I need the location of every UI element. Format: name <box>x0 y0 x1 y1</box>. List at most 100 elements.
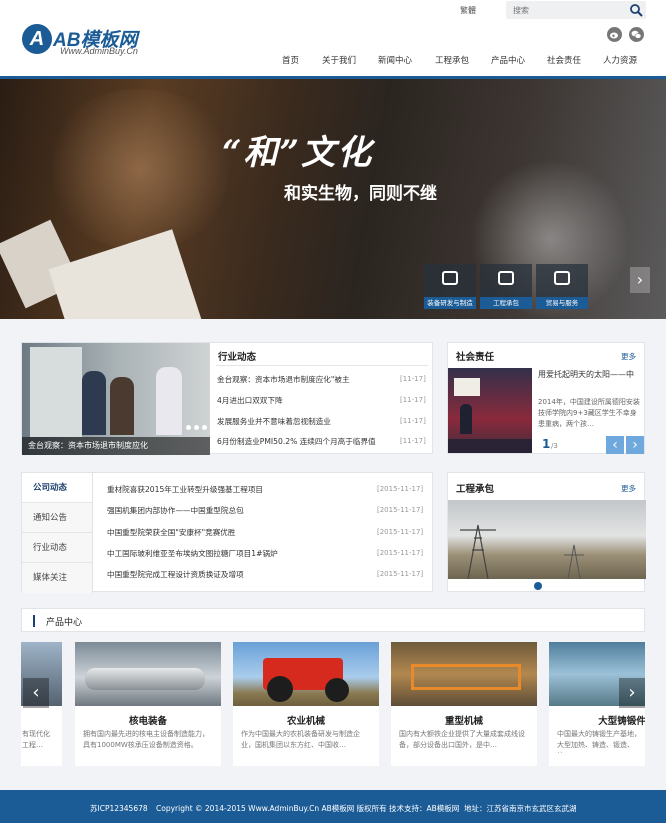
news-date: [2015-11-17] <box>377 528 424 536</box>
product-card[interactable]: 核电装备 拥有国内最先进的核电主设备制造能力，具有1000MW核承压设备制造资格… <box>75 642 221 766</box>
banner-next-arrow[interactable]: › <box>630 267 650 293</box>
image-person <box>156 367 182 435</box>
banner-button-label: 贸易与服务 <box>536 297 588 309</box>
product-desc: 国内有大额铁企业提供了大量成套成线设备，部分设备出口国外，是中… <box>399 730 525 749</box>
image-person <box>110 377 134 435</box>
site-logo[interactable]: A AB模板网 Www.AdminBuy.Cn <box>22 22 157 62</box>
product-name: 农业机械 <box>286 716 325 727</box>
page-total: /3 <box>551 442 558 450</box>
news-item[interactable]: 强国机集团内部协作——中国重型院总包 <box>107 505 367 517</box>
product-name: 大型铸锻件 <box>598 716 645 727</box>
social-headline[interactable]: 用爱托起明天的太阳——中 <box>538 369 642 393</box>
image-wheel <box>267 676 293 702</box>
image-wheel <box>325 678 349 702</box>
hero-banner: “和”文化 和实生物，同则不继 装备研发与制造 工程承包 贸易与服务 › <box>0 79 666 319</box>
image-person <box>82 371 106 435</box>
image-audience <box>448 439 532 453</box>
nav-engineering[interactable]: 工程承包 <box>435 54 469 68</box>
industry-news-image[interactable]: 金台观察：资本市场退市制度应化 <box>22 343 210 455</box>
news-item[interactable]: 发展服务业并不意味着忽视制造业 <box>217 416 392 428</box>
news-date: [2015-11-17] <box>377 570 424 578</box>
engineering-image[interactable] <box>448 500 646 579</box>
divider <box>216 365 428 366</box>
logo-mark: A <box>22 24 52 54</box>
weibo-icon[interactable] <box>607 27 622 42</box>
industry-news-title: 行业动态 <box>218 352 257 363</box>
banner-button-label: 装备研发与制造 <box>424 297 476 309</box>
social-summary: 2014年，中国建设所属德阳安装技师学院内9+3藏区学生不幸身患重病，两个孩… <box>538 398 640 428</box>
news-item[interactable]: 中工国际玻利维亚圣布埃纳文图拉糖厂项目1#锅炉 <box>107 548 367 560</box>
social-title: 社会责任 <box>456 352 495 363</box>
footer-icp: 苏ICP12345678 <box>90 804 148 813</box>
banner-light <box>40 89 240 249</box>
banner-button-engineering[interactable]: 工程承包 <box>480 264 532 309</box>
nav-home[interactable]: 首页 <box>282 54 299 68</box>
products-next-arrow[interactable]: › <box>619 678 645 708</box>
search-input[interactable] <box>506 1 624 19</box>
footer-address: 地址：江苏省南京市玄武区玄武湖 <box>464 804 577 813</box>
image-cylinder <box>85 668 205 690</box>
nav-hr[interactable]: 人力资源 <box>603 54 637 68</box>
image-frame <box>411 664 521 690</box>
nav-news[interactable]: 新闻中心 <box>378 54 412 68</box>
money-icon <box>554 271 570 285</box>
news-date: [2015-11-17] <box>377 485 424 493</box>
product-desc: 作为中国最大的农机装备研发与制造企业，国机集团以东方红、中国收… <box>241 730 360 749</box>
news-item[interactable]: 重材院喜获2015年工业转型升级强基工程项目 <box>107 484 367 496</box>
image-screen <box>454 378 480 396</box>
banner-button-rd[interactable]: 装备研发与制造 <box>424 264 476 309</box>
banner-button-label: 工程承包 <box>480 297 532 309</box>
carousel-dots[interactable] <box>183 423 207 432</box>
image-window <box>30 347 82 437</box>
news-item[interactable]: 金台观察：资本市场退市制度应化"被主 <box>217 374 392 386</box>
nav-about[interactable]: 关于我们 <box>322 54 356 68</box>
image-caption: 金台观察：资本市场退市制度应化 <box>28 441 148 450</box>
tab-industry[interactable]: 行业动态 <box>22 533 92 563</box>
social-image[interactable] <box>448 368 532 453</box>
power-tower-graphic <box>460 524 584 579</box>
site-header: A AB模板网 Www.AdminBuy.Cn 繁體 首页 关于我们 新闻中心 … <box>0 0 666 78</box>
banner-button-trade[interactable]: 贸易与服务 <box>536 264 588 309</box>
news-item[interactable]: 4月进出口双双下降 <box>217 395 392 407</box>
product-image <box>391 642 537 706</box>
product-image <box>75 642 221 706</box>
banner-slogan-sub: 和实生物，同则不继 <box>284 184 437 204</box>
carousel-dot[interactable] <box>534 582 542 590</box>
title-marker <box>33 615 35 627</box>
news-date: [11-17] <box>400 437 426 445</box>
engineering-panel: 工程承包 更多 <box>447 472 646 592</box>
news-item[interactable]: 中国重型院荣获全国"安康杯"竞赛优胜 <box>107 527 367 539</box>
social-next-button[interactable]: › <box>626 436 644 454</box>
product-card[interactable]: 农业机械 作为中国最大的农机装备研发与制造企业，国机集团以东方红、中国收… <box>233 642 379 766</box>
social-more-link[interactable]: 更多 <box>621 351 636 362</box>
logo-subtitle: Www.AdminBuy.Cn <box>60 46 138 56</box>
tab-company-news[interactable]: 公司动态 <box>22 473 92 503</box>
tab-divider <box>92 473 93 593</box>
factory-icon <box>498 271 514 285</box>
footer-copyright: Copyright © 2014-2015 Www.AdminBuy.Cn AB… <box>156 804 460 813</box>
products-title: 产品中心 <box>46 618 83 628</box>
tab-media[interactable]: 媒体关注 <box>22 563 92 593</box>
banner-slogan-main: “和”文化 <box>222 133 374 173</box>
news-item[interactable]: 中国重型院完成工程设计资质换证及增项 <box>107 569 367 581</box>
product-card[interactable]: 重型机械 国内有大额铁企业提供了大量成套成线设备，部分设备出口国外，是中… <box>391 642 537 766</box>
news-item[interactable]: 6月份制造业PMI50.2% 连续四个月高于临界值 <box>217 436 392 448</box>
nav-social[interactable]: 社会责任 <box>547 54 581 68</box>
news-date: [2015-11-17] <box>377 549 424 557</box>
social-panel: 社会责任 更多 用爱托起明天的太阳——中 2014年，中国建设所属德阳安装技师学… <box>447 342 645 454</box>
site-footer: 苏ICP12345678 Copyright © 2014-2015 Www.A… <box>0 790 666 823</box>
products-header: 产品中心 <box>21 608 645 632</box>
engineering-more-link[interactable]: 更多 <box>621 483 636 494</box>
product-desc: 拥有国内最先进的核电主设备制造能力，具有1000MW核承压设备制造资格。 <box>83 730 209 749</box>
news-date: [2015-11-17] <box>377 506 424 514</box>
engineering-title: 工程承包 <box>456 484 495 495</box>
tab-notice[interactable]: 通知公告 <box>22 503 92 533</box>
company-news-panel: 公司动态 通知公告 行业动态 媒体关注 重材院喜获2015年工业转型升级强基工程… <box>21 472 433 593</box>
product-desc: 有现代化工程… <box>22 730 50 749</box>
language-switch[interactable]: 繁體 <box>460 5 476 16</box>
nav-products[interactable]: 产品中心 <box>491 54 525 68</box>
wechat-icon[interactable] <box>629 27 644 42</box>
social-prev-button[interactable]: ‹ <box>606 436 624 454</box>
products-prev-arrow[interactable]: ‹ <box>23 678 49 708</box>
search-icon[interactable] <box>629 3 643 17</box>
